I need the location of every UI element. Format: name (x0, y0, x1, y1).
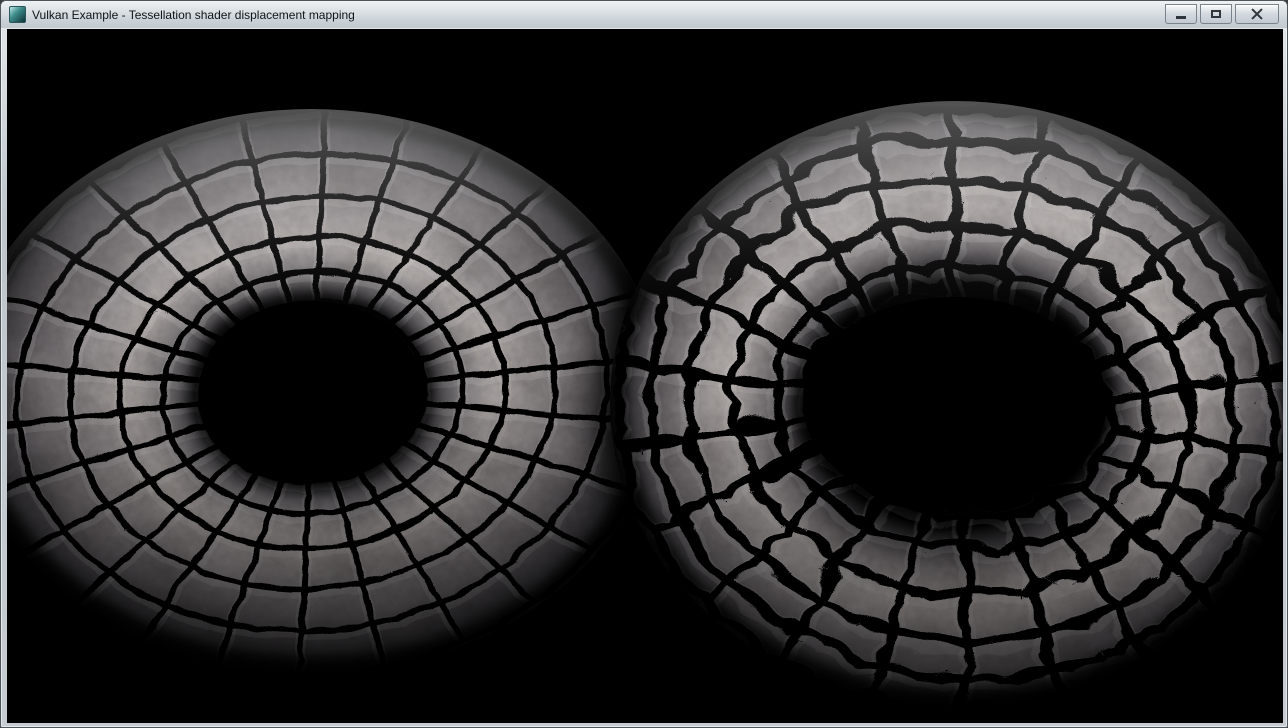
minimize-button[interactable] (1165, 4, 1197, 24)
title-bar[interactable]: Vulkan Example - Tessellation shader dis… (1, 1, 1287, 28)
close-icon (1251, 8, 1263, 20)
maximize-icon (1211, 10, 1221, 18)
close-button[interactable] (1235, 4, 1279, 24)
window-title: Vulkan Example - Tessellation shader dis… (32, 8, 355, 22)
torus-left (7, 74, 689, 712)
minimize-icon (1176, 16, 1186, 19)
render-viewport[interactable] (7, 29, 1283, 723)
app-window: Vulkan Example - Tessellation shader dis… (0, 0, 1288, 728)
torus-right (571, 56, 1283, 723)
vulkan-app-icon (9, 6, 26, 23)
maximize-button[interactable] (1200, 4, 1232, 24)
render-area (7, 29, 1283, 723)
window-controls (1165, 1, 1279, 24)
